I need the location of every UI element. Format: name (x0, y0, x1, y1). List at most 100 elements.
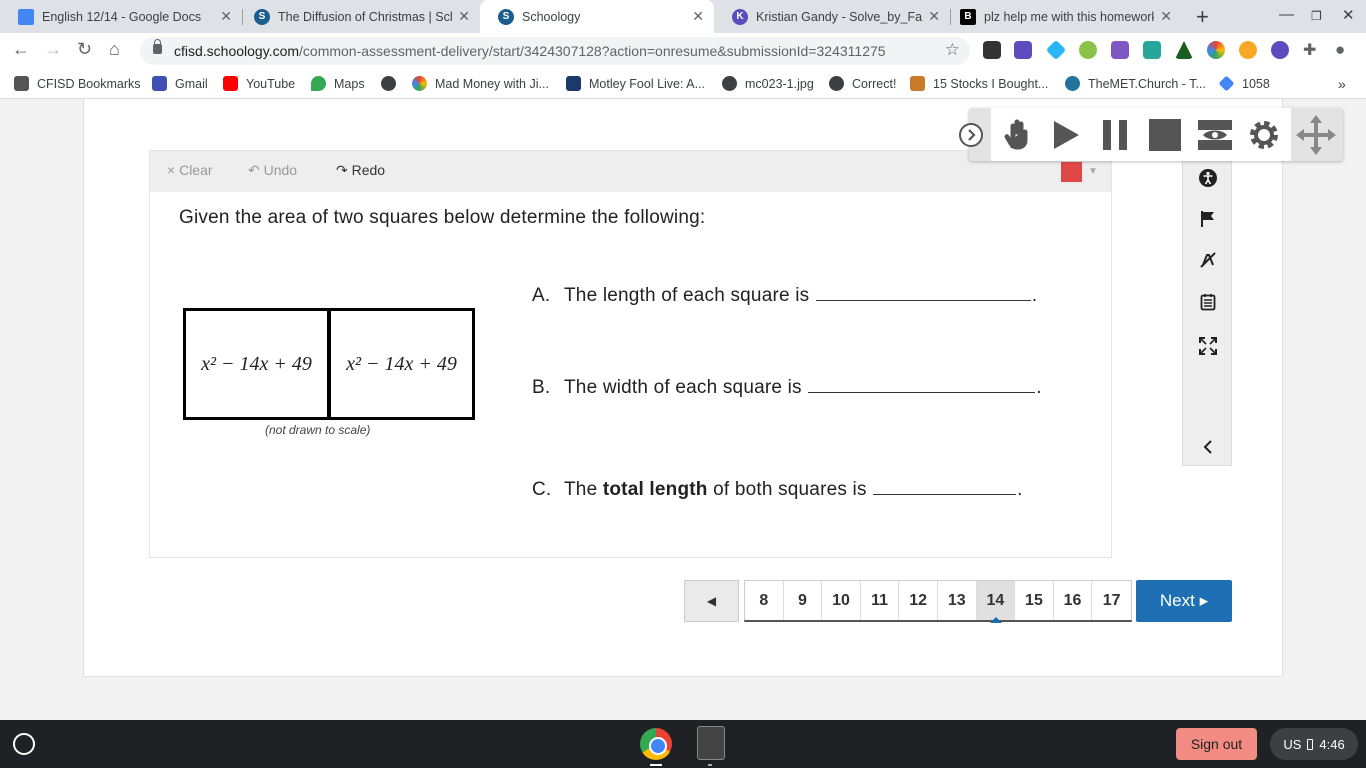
calculator-icon[interactable] (697, 726, 725, 760)
diagram-caption: (not drawn to scale) (265, 423, 371, 437)
page-button-16[interactable]: 16 (1053, 581, 1093, 620)
next-button[interactable]: Next ▸ (1136, 580, 1232, 622)
extension-icon[interactable] (1111, 41, 1129, 59)
page-button-10[interactable]: 10 (822, 581, 861, 620)
bookmark-stocks[interactable]: 15 Stocks I Bought... (910, 76, 1048, 91)
kami-extension-icon[interactable] (1271, 41, 1289, 59)
back-arrow-icon[interactable]: ← (12, 39, 30, 60)
kami-icon: K (732, 8, 748, 25)
address-bar[interactable]: cfisd.schoology.com/common-assessment-de… (140, 37, 970, 65)
tab-title: English 12/14 - Google Docs (42, 9, 202, 24)
new-tab-button[interactable]: + (1196, 4, 1209, 30)
chrome-icon[interactable] (640, 728, 672, 760)
minimize-icon[interactable]: — (1279, 6, 1294, 23)
page-button-12[interactable]: 12 (899, 581, 938, 620)
browser-toolbar: ← → ↻ ⌂ cfisd.schoology.com/common-asses… (0, 33, 1366, 69)
close-icon[interactable]: ✕ (928, 8, 940, 25)
collapse-arrow-icon[interactable] (953, 118, 989, 152)
read-aloud-toolbar (959, 108, 1343, 161)
page-button-17[interactable]: 17 (1092, 581, 1131, 620)
sign-out-button[interactable]: Sign out (1176, 728, 1257, 760)
undo-button[interactable]: ↶ Undo (248, 162, 297, 179)
battery-icon (1307, 738, 1314, 750)
restore-icon[interactable]: ❐ (1311, 9, 1322, 23)
close-icon[interactable]: ✕ (458, 8, 470, 25)
extension-icon[interactable] (1239, 41, 1257, 59)
extension-icon[interactable] (1143, 41, 1161, 59)
accessibility-icon[interactable] (1198, 168, 1218, 188)
youtube-icon (223, 76, 238, 91)
close-icon[interactable]: ✕ (692, 8, 704, 25)
puzzle-icon[interactable]: ✚ (1303, 40, 1316, 60)
forward-arrow-icon[interactable]: → (44, 39, 62, 60)
bookmark-mad-money[interactable]: Mad Money with Ji... (412, 76, 549, 91)
reload-icon[interactable]: ↻ (77, 39, 92, 60)
wordpress-icon (1065, 76, 1080, 91)
bookmark-motley-fool[interactable]: Motley Fool Live: A... (566, 76, 705, 91)
status-tray[interactable]: US 4:46 (1270, 728, 1358, 760)
bookmark-maps[interactable]: Maps (311, 76, 365, 91)
extension-icon[interactable] (983, 41, 1001, 59)
bookmark-star-icon[interactable]: ☆ (945, 40, 960, 60)
home-icon[interactable]: ⌂ (109, 39, 120, 60)
hand-pointer-icon[interactable] (998, 118, 1034, 152)
clear-button[interactable]: × Clear (167, 162, 213, 178)
stop-icon[interactable] (1147, 118, 1183, 152)
pdf-extension-icon[interactable] (1014, 41, 1032, 59)
page-button-13[interactable]: 13 (937, 581, 977, 620)
squares-diagram: x² − 14x + 49 x² − 14x + 49 (183, 308, 475, 420)
bookmark-youtube[interactable]: YouTube (223, 76, 295, 91)
bookmark-mc023[interactable]: mc023-1.jpg (722, 76, 814, 91)
pause-icon[interactable] (1097, 118, 1133, 152)
tab-brainly[interactable]: B plz help me with this homework ✕ (942, 0, 1182, 33)
previous-question-button[interactable]: ◀ (684, 580, 739, 622)
page-button-15[interactable]: 15 (1015, 581, 1054, 620)
bookmark-cfisd[interactable]: CFISD Bookmarks (14, 76, 141, 91)
page-button-9[interactable]: 9 (783, 581, 823, 620)
page-button-11[interactable]: 11 (860, 581, 900, 620)
answer-blank (815, 283, 1031, 301)
extension-icon[interactable] (1079, 41, 1097, 59)
square-left: x² − 14x + 49 (201, 352, 312, 375)
avatar[interactable]: ● (1335, 40, 1345, 60)
screen-mask-icon[interactable] (1197, 118, 1233, 152)
tab-schoology[interactable]: S Schoology ✕ (480, 0, 714, 33)
bookmark-globe[interactable] (381, 76, 404, 91)
window-close-icon[interactable]: ✕ (1342, 6, 1355, 24)
more-bookmarks-icon[interactable]: » (1338, 76, 1346, 92)
collapse-chevron-icon[interactable] (1198, 437, 1218, 457)
tab-kami[interactable]: K Kristian Gandy - Solve_by_Facto ✕ (714, 0, 950, 33)
extension-icon[interactable] (1207, 41, 1225, 59)
tab-title: Kristian Gandy - Solve_by_Facto (756, 9, 923, 24)
notepad-icon[interactable] (1198, 292, 1218, 312)
tab-google-docs[interactable]: English 12/14 - Google Docs ✕ (0, 0, 242, 33)
page-button-14-current[interactable]: 14 (976, 581, 1016, 623)
drawing-toolbar: × Clear ↶ Undo ↷ Redo ▼ (150, 151, 1111, 192)
eliminate-answer-icon[interactable] (1198, 250, 1218, 270)
bookmark-1058[interactable]: 1058 (1218, 75, 1270, 92)
bookmark-themet[interactable]: TheMET.Church - T... (1065, 76, 1206, 91)
bookmark-correct[interactable]: Correct! (829, 76, 896, 91)
fullscreen-icon[interactable] (1198, 336, 1218, 356)
page-button-8[interactable]: 8 (745, 581, 784, 620)
color-swatch[interactable] (1061, 162, 1082, 182)
close-icon[interactable]: ✕ (220, 8, 232, 25)
redo-button[interactable]: ↷ Redo (336, 162, 385, 179)
tab-strip: English 12/14 - Google Docs ✕ S The Diff… (0, 0, 1366, 33)
answer-blank (808, 375, 1036, 393)
schoology-icon: S (254, 8, 270, 25)
move-icon[interactable] (1294, 113, 1338, 157)
clock: 4:46 (1319, 736, 1345, 752)
bookmark-gmail[interactable]: Gmail (152, 76, 208, 91)
tab-diffusion-christmas[interactable]: S The Diffusion of Christmas | Sch ✕ (236, 0, 480, 33)
bookmarks-bar: CFISD Bookmarks Gmail YouTube Maps Mad M… (0, 69, 1366, 99)
gear-icon (152, 76, 167, 91)
question-prompt: Given the area of two squares below dete… (179, 207, 706, 228)
flag-icon[interactable] (1198, 209, 1218, 229)
answer-blank (873, 477, 1017, 495)
gear-icon[interactable] (1246, 118, 1282, 152)
launcher-icon[interactable] (13, 733, 35, 755)
play-icon[interactable] (1048, 118, 1084, 152)
chevron-down-icon[interactable]: ▼ (1088, 166, 1098, 177)
close-icon[interactable]: ✕ (1160, 8, 1172, 25)
